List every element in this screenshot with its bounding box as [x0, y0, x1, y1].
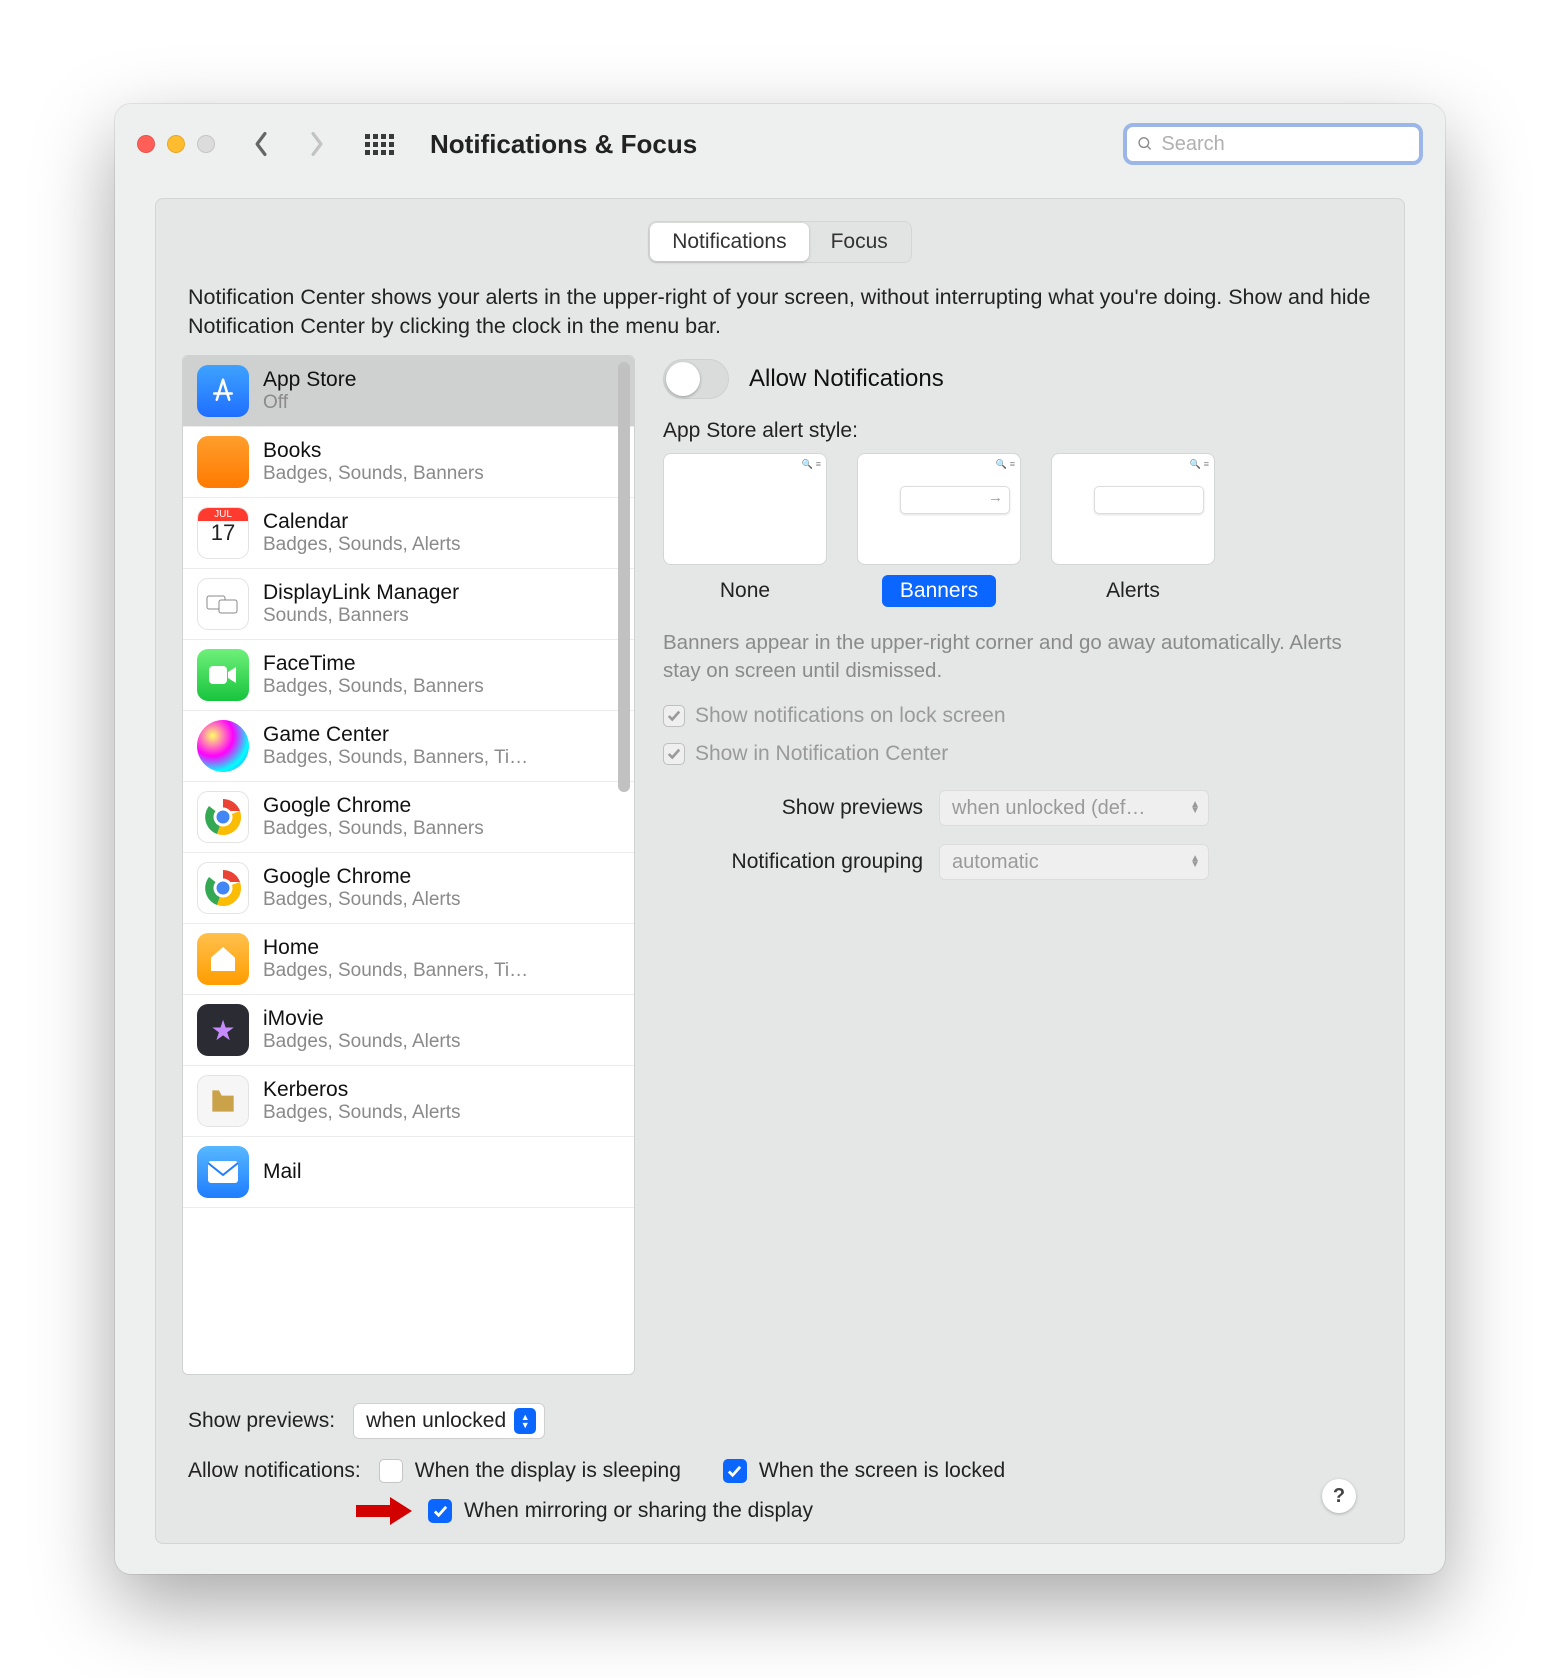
window-title: Notifications & Focus [430, 129, 697, 160]
minimize-window-button[interactable] [167, 135, 185, 153]
chevron-right-icon [308, 131, 326, 157]
app-row[interactable]: App StoreOff [183, 356, 634, 427]
chk-screen-locked[interactable] [723, 1459, 747, 1483]
tab-focus[interactable]: Focus [809, 223, 910, 261]
show-in-nc-label: Show in Notification Center [695, 742, 948, 766]
app-row[interactable]: Mail [183, 1137, 634, 1208]
chevron-left-icon [252, 131, 270, 157]
detail-grouping-label: Notification grouping [663, 850, 923, 874]
show-all-button[interactable] [365, 134, 394, 155]
detail-grouping-popup[interactable]: automatic ▲▼ [939, 844, 1209, 880]
detail-previews-popup[interactable]: when unlocked (def… ▲▼ [939, 790, 1209, 826]
app-name: Kerberos [263, 1078, 461, 1102]
show-in-nc-row[interactable]: Show in Notification Center [663, 742, 1368, 766]
forward-button [297, 124, 337, 164]
close-window-button[interactable] [137, 135, 155, 153]
app-name: Google Chrome [263, 865, 461, 889]
app-name: Mail [263, 1160, 302, 1184]
alert-style-description: Banners appear in the upper-right corner… [663, 629, 1368, 684]
app-name: FaceTime [263, 652, 484, 676]
checkbox-icon [663, 705, 685, 727]
toolbar: Notifications & Focus [115, 104, 1445, 184]
app-sub: Badges, Sounds, Alerts [263, 1031, 461, 1053]
checkbox-icon [663, 743, 685, 765]
app-sub: Badges, Sounds, Alerts [263, 1102, 461, 1124]
style-alerts[interactable]: 🔍≡ Alerts [1051, 453, 1215, 607]
bottom-previews-value: when unlocked [366, 1409, 506, 1433]
zoom-window-button [197, 135, 215, 153]
help-button[interactable]: ? [1322, 1479, 1356, 1513]
app-sub: Badges, Sounds, Banners [263, 463, 484, 485]
app-name: App Store [263, 368, 356, 392]
search-icon [1137, 135, 1153, 153]
allow-notifications-label: Allow Notifications [749, 365, 944, 393]
app-row[interactable]: HomeBadges, Sounds, Banners, Ti… [183, 924, 634, 995]
bottom-allow-label: Allow notifications: [188, 1459, 361, 1483]
app-sub: Badges, Sounds, Banners, Ti… [263, 960, 528, 982]
tab-group: Notifications Focus [648, 221, 912, 263]
app-row[interactable]: KerberosBadges, Sounds, Alerts [183, 1066, 634, 1137]
preferences-window: Notifications & Focus Notifications Focu… [115, 104, 1445, 1574]
chk-display-sleeping[interactable] [379, 1459, 403, 1483]
tab-notifications[interactable]: Notifications [650, 223, 808, 261]
app-name: Books [263, 439, 484, 463]
show-on-lock-row[interactable]: Show notifications on lock screen [663, 704, 1368, 728]
show-on-lock-label: Show notifications on lock screen [695, 704, 1006, 728]
alert-style-heading: App Store alert style: [663, 419, 1368, 443]
app-name: Calendar [263, 510, 461, 534]
window-controls [137, 135, 215, 153]
app-row[interactable]: DisplayLink ManagerSounds, Banners [183, 569, 634, 640]
bottom-previews-popup[interactable]: when unlocked ▲▼ [353, 1403, 545, 1439]
back-button[interactable] [241, 124, 281, 164]
app-row[interactable]: Google ChromeBadges, Sounds, Banners [183, 782, 634, 853]
app-row[interactable]: Game CenterBadges, Sounds, Banners, Ti… [183, 711, 634, 782]
annotation-arrow-icon [356, 1497, 412, 1525]
style-none[interactable]: 🔍≡ None [663, 453, 827, 607]
description-text: Notification Center shows your alerts in… [188, 283, 1372, 341]
allow-notifications-toggle[interactable] [663, 359, 729, 399]
detail-grouping-value: automatic [952, 851, 1039, 874]
style-banners[interactable]: 🔍≡ Banners [857, 453, 1021, 607]
chk-screen-locked-label: When the screen is locked [759, 1459, 1005, 1483]
scrollbar[interactable] [618, 362, 630, 792]
updown-icon: ▲▼ [514, 1408, 536, 1434]
updown-icon: ▲▼ [1190, 802, 1200, 814]
bottom-controls: Show previews: when unlocked ▲▼ Allow no… [182, 1391, 1378, 1525]
detail-previews-label: Show previews [663, 796, 923, 820]
app-row[interactable]: ★iMovieBadges, Sounds, Alerts [183, 995, 634, 1066]
detail-previews-value: when unlocked (def… [952, 797, 1145, 820]
detail-pane: Allow Notifications App Store alert styl… [663, 355, 1378, 1375]
app-sub: Sounds, Banners [263, 605, 459, 627]
style-alerts-label: Alerts [1088, 575, 1178, 607]
app-name: iMovie [263, 1007, 461, 1031]
updown-icon: ▲▼ [1190, 856, 1200, 868]
app-row[interactable]: JUL17CalendarBadges, Sounds, Alerts [183, 498, 634, 569]
app-sub: Off [263, 392, 356, 414]
app-sub: Badges, Sounds, Alerts [263, 889, 461, 911]
app-sub: Badges, Sounds, Banners, Ti… [263, 747, 528, 769]
style-banners-label: Banners [882, 575, 996, 607]
app-row[interactable]: FaceTimeBadges, Sounds, Banners [183, 640, 634, 711]
app-name: Google Chrome [263, 794, 484, 818]
app-row[interactable]: BooksBadges, Sounds, Banners [183, 427, 634, 498]
app-sub: Badges, Sounds, Banners [263, 818, 484, 840]
search-field[interactable] [1123, 123, 1423, 165]
chk-mirroring[interactable] [428, 1499, 452, 1523]
bottom-previews-label: Show previews: [188, 1409, 335, 1433]
app-row[interactable]: Google ChromeBadges, Sounds, Alerts [183, 853, 634, 924]
chk-mirroring-label: When mirroring or sharing the display [464, 1499, 813, 1523]
main-panel: Notifications Focus Notification Center … [155, 198, 1405, 1544]
chk-display-sleeping-label: When the display is sleeping [415, 1459, 681, 1483]
app-name: Game Center [263, 723, 528, 747]
app-name: DisplayLink Manager [263, 581, 459, 605]
alert-style-row: 🔍≡ None 🔍≡ Banners 🔍≡ Alerts [663, 453, 1368, 607]
app-sub: Badges, Sounds, Banners [263, 676, 484, 698]
app-sub: Badges, Sounds, Alerts [263, 534, 461, 556]
app-name: Home [263, 936, 528, 960]
app-list[interactable]: App StoreOffBooksBadges, Sounds, Banners… [182, 355, 635, 1375]
style-none-label: None [702, 575, 788, 607]
search-input[interactable] [1161, 133, 1409, 156]
